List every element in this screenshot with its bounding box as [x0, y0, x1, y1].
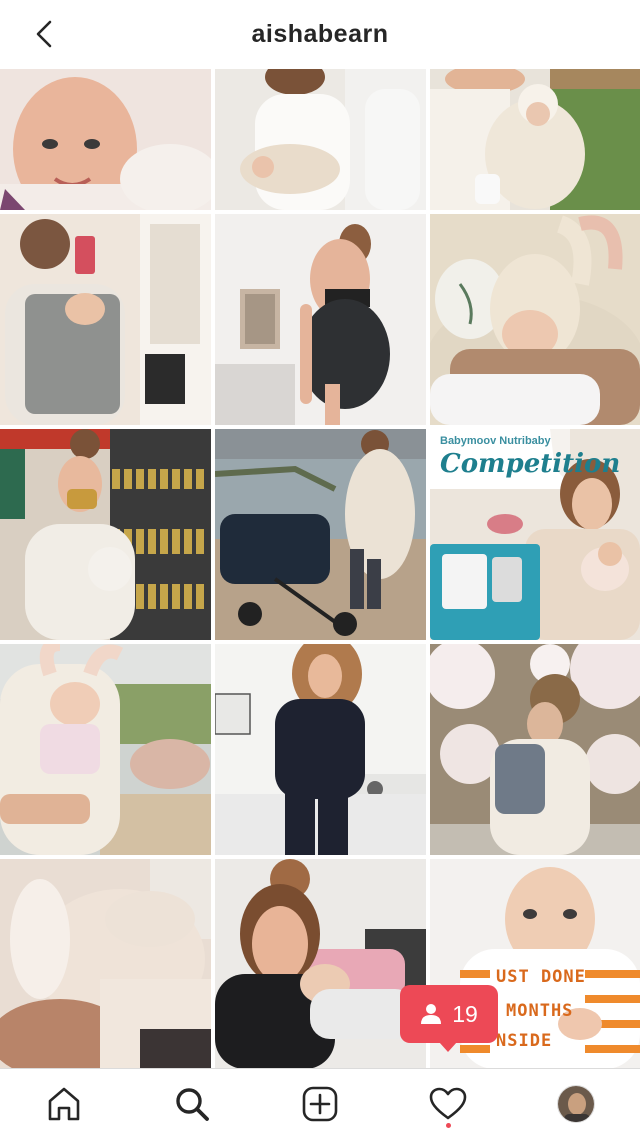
post-thumbnail[interactable] — [215, 859, 426, 1068]
shirt-text-line2: MONTHS — [506, 1001, 574, 1021]
post-thumbnail[interactable] — [215, 429, 426, 640]
post-thumbnail[interactable] — [215, 214, 426, 425]
bottom-navigation — [0, 1068, 640, 1138]
nav-create[interactable] — [290, 1074, 350, 1134]
heart-icon — [429, 1087, 467, 1119]
chevron-left-icon — [36, 20, 52, 48]
post-thumbnail[interactable] — [0, 429, 211, 640]
post-thumbnail[interactable] — [0, 644, 211, 855]
profile-feed-screen: aishabearn Babymoov Nutribaby Competitio… — [0, 0, 640, 1138]
post-thumbnail[interactable]: Babymoov Nutribaby Competition — [430, 429, 640, 640]
posts-grid: Babymoov Nutribaby Competition UST DONE … — [0, 69, 640, 1068]
post-thumbnail[interactable] — [215, 644, 426, 855]
post-thumbnail[interactable] — [430, 69, 640, 210]
shirt-text-line3: NSIDE — [496, 1031, 553, 1051]
profile-avatar — [557, 1084, 595, 1123]
page-title: aishabearn — [251, 19, 389, 48]
shirt-text-line1: UST DONE — [496, 967, 586, 987]
top-bar: aishabearn — [0, 0, 640, 68]
nav-activity[interactable] — [418, 1074, 478, 1134]
back-button[interactable] — [24, 14, 64, 54]
activity-indicator-dot — [446, 1122, 451, 1128]
post-thumbnail[interactable] — [0, 69, 211, 210]
followers-notification-bubble[interactable]: 19 — [400, 985, 498, 1052]
post-thumbnail[interactable] — [0, 859, 211, 1068]
post-thumbnail[interactable] — [430, 644, 640, 855]
post-thumbnail[interactable] — [215, 69, 426, 210]
search-icon — [176, 1087, 209, 1121]
notification-count: 19 — [452, 1000, 478, 1027]
promo-brand-text: Babymoov Nutribaby — [440, 435, 551, 447]
nav-profile[interactable] — [546, 1074, 606, 1134]
home-icon — [48, 1087, 80, 1120]
promo-title-text: Competition — [440, 449, 621, 479]
person-icon — [421, 1004, 442, 1024]
nav-search[interactable] — [162, 1074, 222, 1134]
add-icon — [302, 1086, 338, 1121]
post-thumbnail[interactable] — [0, 214, 211, 425]
nav-home[interactable] — [34, 1074, 94, 1134]
post-thumbnail[interactable] — [430, 214, 640, 425]
